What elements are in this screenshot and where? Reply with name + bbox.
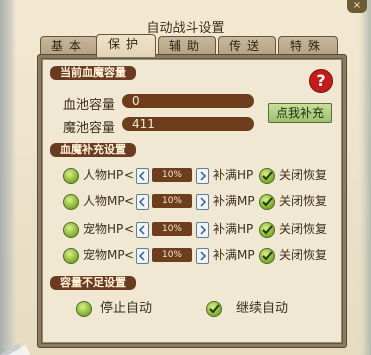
increase-arrow-icon[interactable] — [196, 168, 209, 184]
increase-arrow-icon[interactable] — [196, 248, 209, 264]
decrease-arrow-icon[interactable] — [136, 168, 149, 184]
decrease-arrow-icon[interactable] — [136, 222, 149, 238]
left-decoration — [0, 0, 16, 355]
less-than-symbol: < — [124, 194, 135, 208]
auto-battle-window: { "window": { "title": "自动战斗设置", "close_… — [0, 0, 371, 355]
stop-auto-radio[interactable] — [76, 301, 92, 317]
right-decoration — [359, 0, 371, 355]
decrease-arrow-icon[interactable] — [136, 194, 149, 210]
refill-row-4-toggle: 关闭恢复 — [279, 248, 328, 262]
tab-special[interactable]: 特殊 — [278, 36, 338, 55]
continue-auto-check-icon[interactable] — [206, 301, 222, 317]
check-icon[interactable] — [259, 222, 275, 238]
hp-pool-label: 血池容量 — [63, 98, 116, 113]
refill-row-3-percent: 10% — [152, 222, 192, 236]
refill-row-4-percent: 10% — [152, 248, 192, 262]
refill-row-3-action: 补满HP — [213, 222, 254, 236]
refill-row-3-enable-radio[interactable] — [63, 222, 79, 238]
refill-row-1-target: 人物HP — [83, 168, 124, 182]
refill-row-1-percent: 10% — [152, 168, 192, 182]
refill-button[interactable]: 点我补充 — [268, 103, 332, 123]
window-title: 自动战斗设置 — [146, 21, 225, 36]
close-button[interactable]: × — [347, 0, 367, 13]
tab-assist[interactable]: 辅助 — [158, 36, 216, 55]
refill-row-2-toggle: 关闭恢复 — [279, 194, 328, 208]
corner-ornament-icon — [0, 343, 30, 355]
check-icon[interactable] — [259, 168, 275, 184]
refill-row-4-target: 宠物MP — [83, 248, 125, 262]
refill-settings-header: 血魔补充设置 — [50, 143, 136, 157]
less-than-symbol: < — [124, 248, 135, 262]
refill-row-4-enable-radio[interactable] — [63, 248, 79, 264]
refill-row-1-enable-radio[interactable] — [63, 168, 79, 184]
refill-row-1-toggle: 关闭恢复 — [279, 168, 328, 182]
tab-teleport[interactable]: 传送 — [218, 36, 276, 55]
refill-row-3-target: 宠物HP — [83, 222, 124, 236]
less-than-symbol: < — [124, 222, 135, 236]
help-icon[interactable]: ? — [309, 69, 333, 93]
tab-protect[interactable]: 保护 — [96, 34, 156, 57]
increase-arrow-icon[interactable] — [196, 222, 209, 238]
refill-row-4-action: 补满MP — [213, 248, 255, 262]
decrease-arrow-icon[interactable] — [136, 248, 149, 264]
capacity-header: 当前血魔容量 — [50, 66, 136, 80]
refill-row-2-percent: 10% — [152, 194, 192, 208]
insufficient-header: 容量不足设置 — [50, 276, 136, 290]
refill-row-2-enable-radio[interactable] — [63, 194, 79, 210]
refill-row-1-action: 补满HP — [213, 168, 254, 182]
stop-auto-label: 停止自动 — [100, 301, 153, 316]
refill-row-3-toggle: 关闭恢复 — [279, 222, 328, 236]
less-than-symbol: < — [124, 168, 135, 182]
hp-pool-value: 0 — [122, 94, 254, 108]
refill-row-2-target: 人物MP — [83, 194, 125, 208]
check-icon[interactable] — [259, 248, 275, 264]
refill-row-2-action: 补满MP — [213, 194, 255, 208]
check-icon[interactable] — [259, 194, 275, 210]
increase-arrow-icon[interactable] — [196, 194, 209, 210]
tab-basic[interactable]: 基本 — [40, 36, 98, 55]
mp-pool-label: 魔池容量 — [63, 121, 116, 136]
continue-auto-label: 继续自动 — [236, 301, 289, 316]
mp-pool-value: 411 — [122, 117, 254, 131]
